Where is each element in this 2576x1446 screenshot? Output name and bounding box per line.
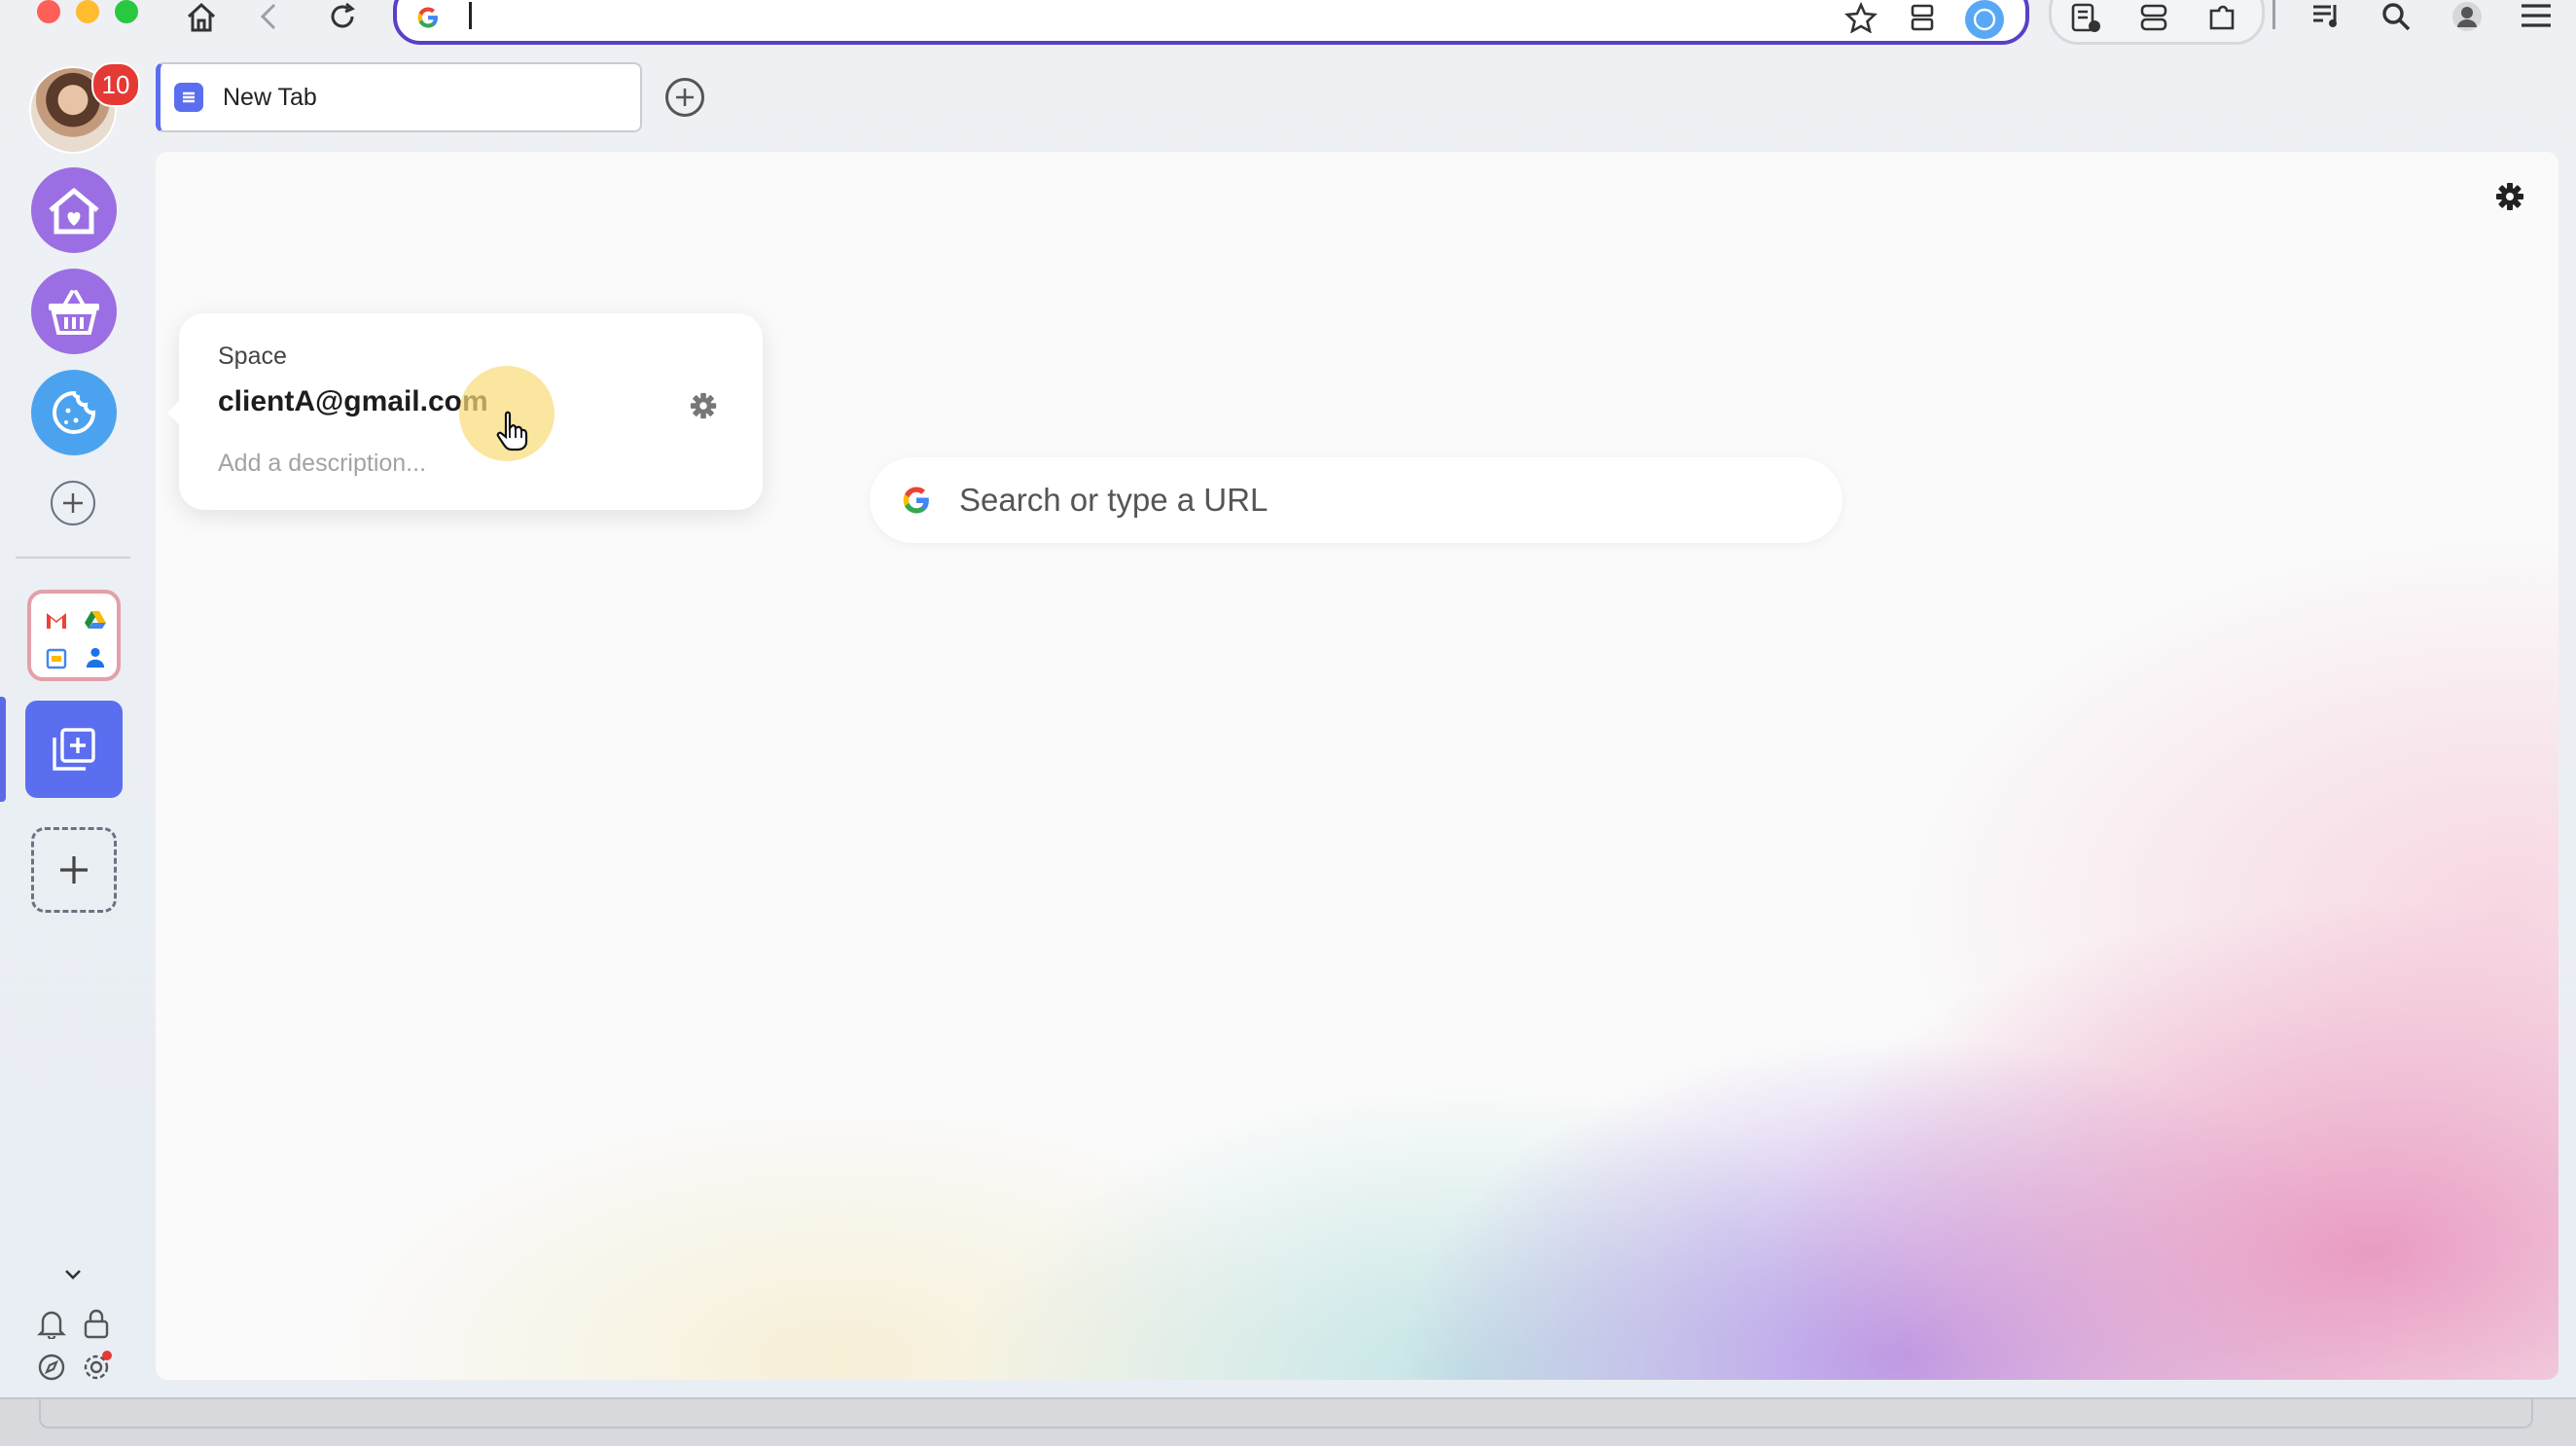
sidebar-divider xyxy=(16,557,130,559)
space-settings-gear-icon[interactable] xyxy=(689,391,718,420)
pinned-apps-group[interactable] xyxy=(27,590,121,681)
notification-badge: 10 xyxy=(91,62,140,107)
home-heart-icon xyxy=(49,188,99,235)
active-indicator xyxy=(0,697,6,802)
gmail-icon xyxy=(47,613,66,629)
space-home-button[interactable] xyxy=(31,167,117,253)
space-client-button[interactable] xyxy=(31,370,117,455)
reload-icon[interactable] xyxy=(327,0,358,33)
reader-mode-icon[interactable] xyxy=(1909,2,1936,33)
cookie-icon xyxy=(53,390,96,434)
google-drive-icon xyxy=(85,611,106,629)
new-tab-page: Space clientA@gmail.com Add a descriptio… xyxy=(156,152,2558,1380)
background-window-edge xyxy=(39,1397,2533,1428)
search-box[interactable]: Search or type a URL xyxy=(870,457,1843,543)
plus-icon xyxy=(63,493,83,513)
add-tab-stack-icon xyxy=(53,728,95,771)
back-icon[interactable] xyxy=(257,0,280,33)
menu-icon[interactable] xyxy=(2520,0,2553,33)
plus-icon xyxy=(60,856,88,884)
bookmark-star-icon[interactable] xyxy=(1844,2,1878,33)
media-playlist-icon[interactable] xyxy=(2309,0,2343,33)
page-settings-gear-icon[interactable] xyxy=(2494,181,2525,212)
space-name[interactable]: clientA@gmail.com xyxy=(218,385,488,418)
extensions-puzzle-icon[interactable] xyxy=(2205,1,2238,34)
google-icon xyxy=(417,7,438,28)
extension-cookie-icon[interactable] xyxy=(1965,0,2004,39)
split-view-icon[interactable] xyxy=(2137,1,2170,34)
home-icon[interactable] xyxy=(185,0,218,33)
lock-icon[interactable] xyxy=(82,1308,111,1339)
search-icon[interactable] xyxy=(2379,0,2413,33)
reading-list-icon[interactable] xyxy=(2069,1,2102,34)
browser-window: 10 New Tab Space clientA@gmail.com Add a… xyxy=(0,0,2576,1397)
tab-new-tab[interactable]: New Tab xyxy=(156,62,642,132)
settings-gear-icon[interactable] xyxy=(82,1351,113,1382)
plus-icon xyxy=(676,89,694,106)
user-avatar[interactable]: 10 xyxy=(29,62,140,154)
hand-cursor-icon xyxy=(496,411,528,452)
new-tab-button[interactable] xyxy=(665,78,704,117)
space-shopping-button[interactable] xyxy=(31,269,117,354)
chevron-down-icon[interactable] xyxy=(62,1267,84,1283)
minimize-window-button[interactable] xyxy=(76,0,99,23)
popover-arrow xyxy=(167,399,181,426)
close-window-button[interactable] xyxy=(37,0,60,23)
tab-title: New Tab xyxy=(223,83,317,111)
space-label: Space xyxy=(218,343,287,370)
bell-icon[interactable] xyxy=(37,1308,66,1339)
google-calendar-icon xyxy=(46,648,67,669)
google-contacts-icon xyxy=(86,647,105,668)
tabs-overview-button[interactable] xyxy=(25,701,123,798)
maximize-window-button[interactable] xyxy=(115,0,138,23)
compass-icon[interactable] xyxy=(37,1353,66,1382)
basket-icon xyxy=(49,290,99,335)
tab-favicon-icon xyxy=(174,83,203,112)
text-caret xyxy=(469,2,472,29)
top-toolbar xyxy=(0,0,2576,54)
search-placeholder: Search or type a URL xyxy=(959,482,1269,518)
address-bar[interactable] xyxy=(393,0,2029,45)
toolbar-divider xyxy=(2272,0,2275,29)
tool-group xyxy=(2049,0,2265,45)
add-space-button[interactable] xyxy=(51,481,95,525)
google-icon xyxy=(903,487,929,514)
space-description-field[interactable]: Add a description... xyxy=(218,450,426,478)
profile-icon[interactable] xyxy=(2450,0,2485,33)
add-app-button[interactable] xyxy=(31,827,117,913)
